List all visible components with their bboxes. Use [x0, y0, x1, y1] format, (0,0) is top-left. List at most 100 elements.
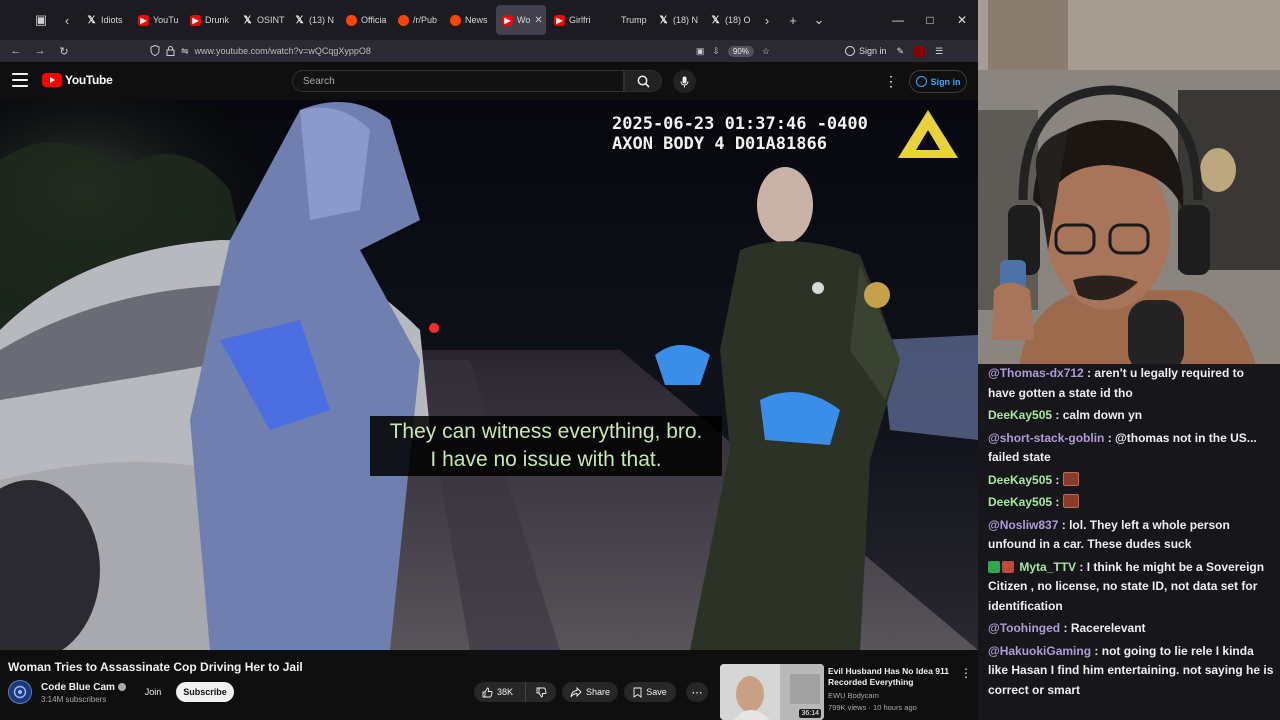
tab[interactable]: 𝕏 (18) N — [652, 5, 702, 35]
emote-icon — [1062, 494, 1079, 508]
tab[interactable]: /r/Pub — [392, 5, 442, 35]
reload-icon[interactable]: ↻ — [52, 40, 76, 62]
tab[interactable]: Officia — [340, 5, 390, 35]
chat-message: @Thomas-dx712 : aren't u legally require… — [988, 366, 1244, 400]
reddit-icon — [450, 14, 461, 26]
video-frame — [0, 100, 978, 650]
tab[interactable]: ▶ Girlfri — [548, 5, 598, 35]
permissions-icon[interactable]: ⇋ — [181, 46, 189, 57]
lock-icon[interactable] — [166, 45, 175, 58]
recommended-menu-icon[interactable]: ⋮ — [960, 666, 972, 680]
voice-search-button[interactable] — [673, 70, 696, 93]
subscriber-count: 3.14M subscribers — [41, 695, 107, 704]
recommended-video[interactable]: 36:14 Evil Husband Has No Idea 911 Recor… — [720, 664, 974, 720]
tab[interactable]: News — [444, 5, 494, 35]
tab[interactable]: ▶ Drunk — [184, 5, 234, 35]
chat-username[interactable]: @short-stack-goblin — [988, 431, 1104, 445]
tab[interactable]: ▶ YouTu — [132, 5, 182, 35]
x-icon: 𝕏 — [87, 14, 96, 26]
channel-logo-icon — [13, 685, 27, 699]
thumbs-up-icon — [482, 687, 493, 697]
zoom-level[interactable]: 90% — [727, 45, 754, 57]
chat-username[interactable]: @Toohinged — [988, 621, 1060, 635]
minimize-icon[interactable]: — — [882, 0, 914, 40]
verified-icon — [117, 683, 126, 692]
recommended-title[interactable]: Evil Husband Has No Idea 911 Recorded Ev… — [828, 666, 954, 688]
forward-icon[interactable]: → — [28, 40, 52, 62]
maximize-icon[interactable]: □ — [914, 0, 946, 40]
chat-username[interactable]: DeeKay505 — [988, 495, 1052, 509]
menu-icon[interactable]: ☰ — [935, 46, 943, 57]
like-count: 38K — [497, 687, 514, 697]
share-button[interactable]: Share — [562, 682, 618, 702]
chat-username[interactable]: @HakuokiGaming — [988, 644, 1091, 658]
recommended-channel[interactable]: EWU Bodycam — [828, 691, 879, 700]
tab-active[interactable]: ▶ Wo ✕ — [496, 5, 546, 35]
back-icon[interactable]: ← — [4, 40, 28, 62]
ublock-icon[interactable] — [914, 45, 926, 57]
tab[interactable]: Trump — [600, 5, 650, 35]
chat-username[interactable]: DeeKay505 — [988, 473, 1052, 487]
chat-message: @Toohinged : Racerelevant — [988, 621, 1146, 635]
toolbar-right: Sign in ✎ ☰ — [845, 40, 943, 62]
chat-text: Racerelevant — [1070, 621, 1146, 635]
chat-message: DeeKay505 : — [988, 471, 1274, 491]
search-button[interactable] — [624, 70, 662, 92]
webcam-feed — [978, 0, 1280, 372]
hamburger-menu-icon[interactable] — [12, 73, 28, 87]
x-icon: 𝕏 — [659, 14, 668, 26]
url-bar[interactable]: ⇋ www.youtube.com/watch?v=wQCqgXyppO8 ▣ … — [150, 42, 770, 60]
shield-icon[interactable] — [150, 44, 160, 58]
tab-overview-icon[interactable]: ▣ — [28, 7, 54, 33]
tab[interactable]: 𝕏 Idiots — [80, 5, 130, 35]
like-button[interactable]: 38K — [474, 682, 526, 702]
window-controls: — □ ✕ — [882, 0, 978, 40]
account-button[interactable]: Sign in — [845, 46, 887, 56]
video-player[interactable]: 2025-06-23 01:37:46 -0400 AXON BODY 4 D0… — [0, 100, 978, 650]
tab[interactable]: 𝕏 (18) O — [704, 5, 754, 35]
new-tab-icon[interactable]: + — [780, 7, 806, 33]
microphone-icon — [680, 76, 689, 87]
browser-window: ▣ ‹ 𝕏 Idiots ▶ YouTu ▶ Drunk 𝕏 OSINT 𝕏 (13) N… — [0, 0, 978, 720]
youtube-icon: ▶ — [190, 14, 201, 26]
url-text[interactable]: www.youtube.com/watch?v=wQCqgXyppO8 — [195, 46, 371, 56]
channel-name[interactable]: Code Blue Cam — [41, 682, 126, 693]
x-icon: 𝕏 — [711, 14, 720, 26]
share-icon — [570, 686, 582, 697]
navigation-bar: ← → ↻ ⇋ www.youtube.com/watch?v=wQCqgXyp… — [0, 40, 978, 62]
tab[interactable]: 𝕏 (13) N — [288, 5, 338, 35]
chat-message: DeeKay505 : — [988, 493, 1274, 513]
tab[interactable]: 𝕏 OSINT — [236, 5, 286, 35]
sub-badge-icon — [1002, 560, 1014, 573]
tabs-scroll-left-icon[interactable]: ‹ — [54, 7, 80, 33]
save-button[interactable]: Save — [624, 682, 676, 702]
youtube-icon: ▶ — [138, 14, 149, 26]
webcam-image — [978, 0, 1280, 372]
picture-in-picture-icon[interactable]: ▣ — [696, 46, 705, 57]
settings-more-icon[interactable]: ⋮ — [884, 72, 898, 90]
chat-username[interactable]: @Nosliw837 — [988, 518, 1058, 532]
chat-username[interactable]: Myta_TTV — [1019, 560, 1076, 574]
tabs-scroll-right-icon[interactable]: › — [754, 7, 780, 33]
recommended-thumbnail[interactable]: 36:14 — [720, 664, 824, 720]
list-tabs-icon[interactable]: ⌄ — [806, 7, 832, 33]
join-button[interactable]: Join — [140, 682, 166, 702]
save-to-pocket-icon[interactable]: ⇩ — [712, 46, 720, 57]
close-window-icon[interactable]: ✕ — [946, 0, 978, 40]
channel-avatar[interactable] — [8, 680, 32, 704]
thumbs-down-icon — [536, 687, 547, 697]
youtube-logo[interactable]: YouTube — [42, 73, 113, 87]
bookmark-star-icon[interactable]: ☆ — [762, 46, 770, 57]
extensions-icon[interactable]: ✎ — [897, 46, 905, 57]
search-input[interactable]: Search — [292, 70, 624, 92]
close-tab-icon[interactable]: ✕ — [534, 15, 542, 26]
video-duration: 36:14 — [799, 709, 821, 718]
more-actions-icon[interactable]: ⋯ — [686, 682, 708, 702]
subscribe-button[interactable]: Subscribe — [176, 682, 234, 702]
youtube-sign-in-button[interactable]: Sign in — [909, 70, 967, 93]
chat-panel: @Thomas-dx712 : aren't u legally require… — [978, 364, 1280, 720]
chat-username[interactable]: DeeKay505 — [988, 408, 1052, 422]
dislike-button[interactable] — [526, 682, 556, 702]
chat-username[interactable]: @Thomas-dx712 — [988, 366, 1084, 380]
video-title: Woman Tries to Assassinate Cop Driving H… — [8, 660, 303, 674]
